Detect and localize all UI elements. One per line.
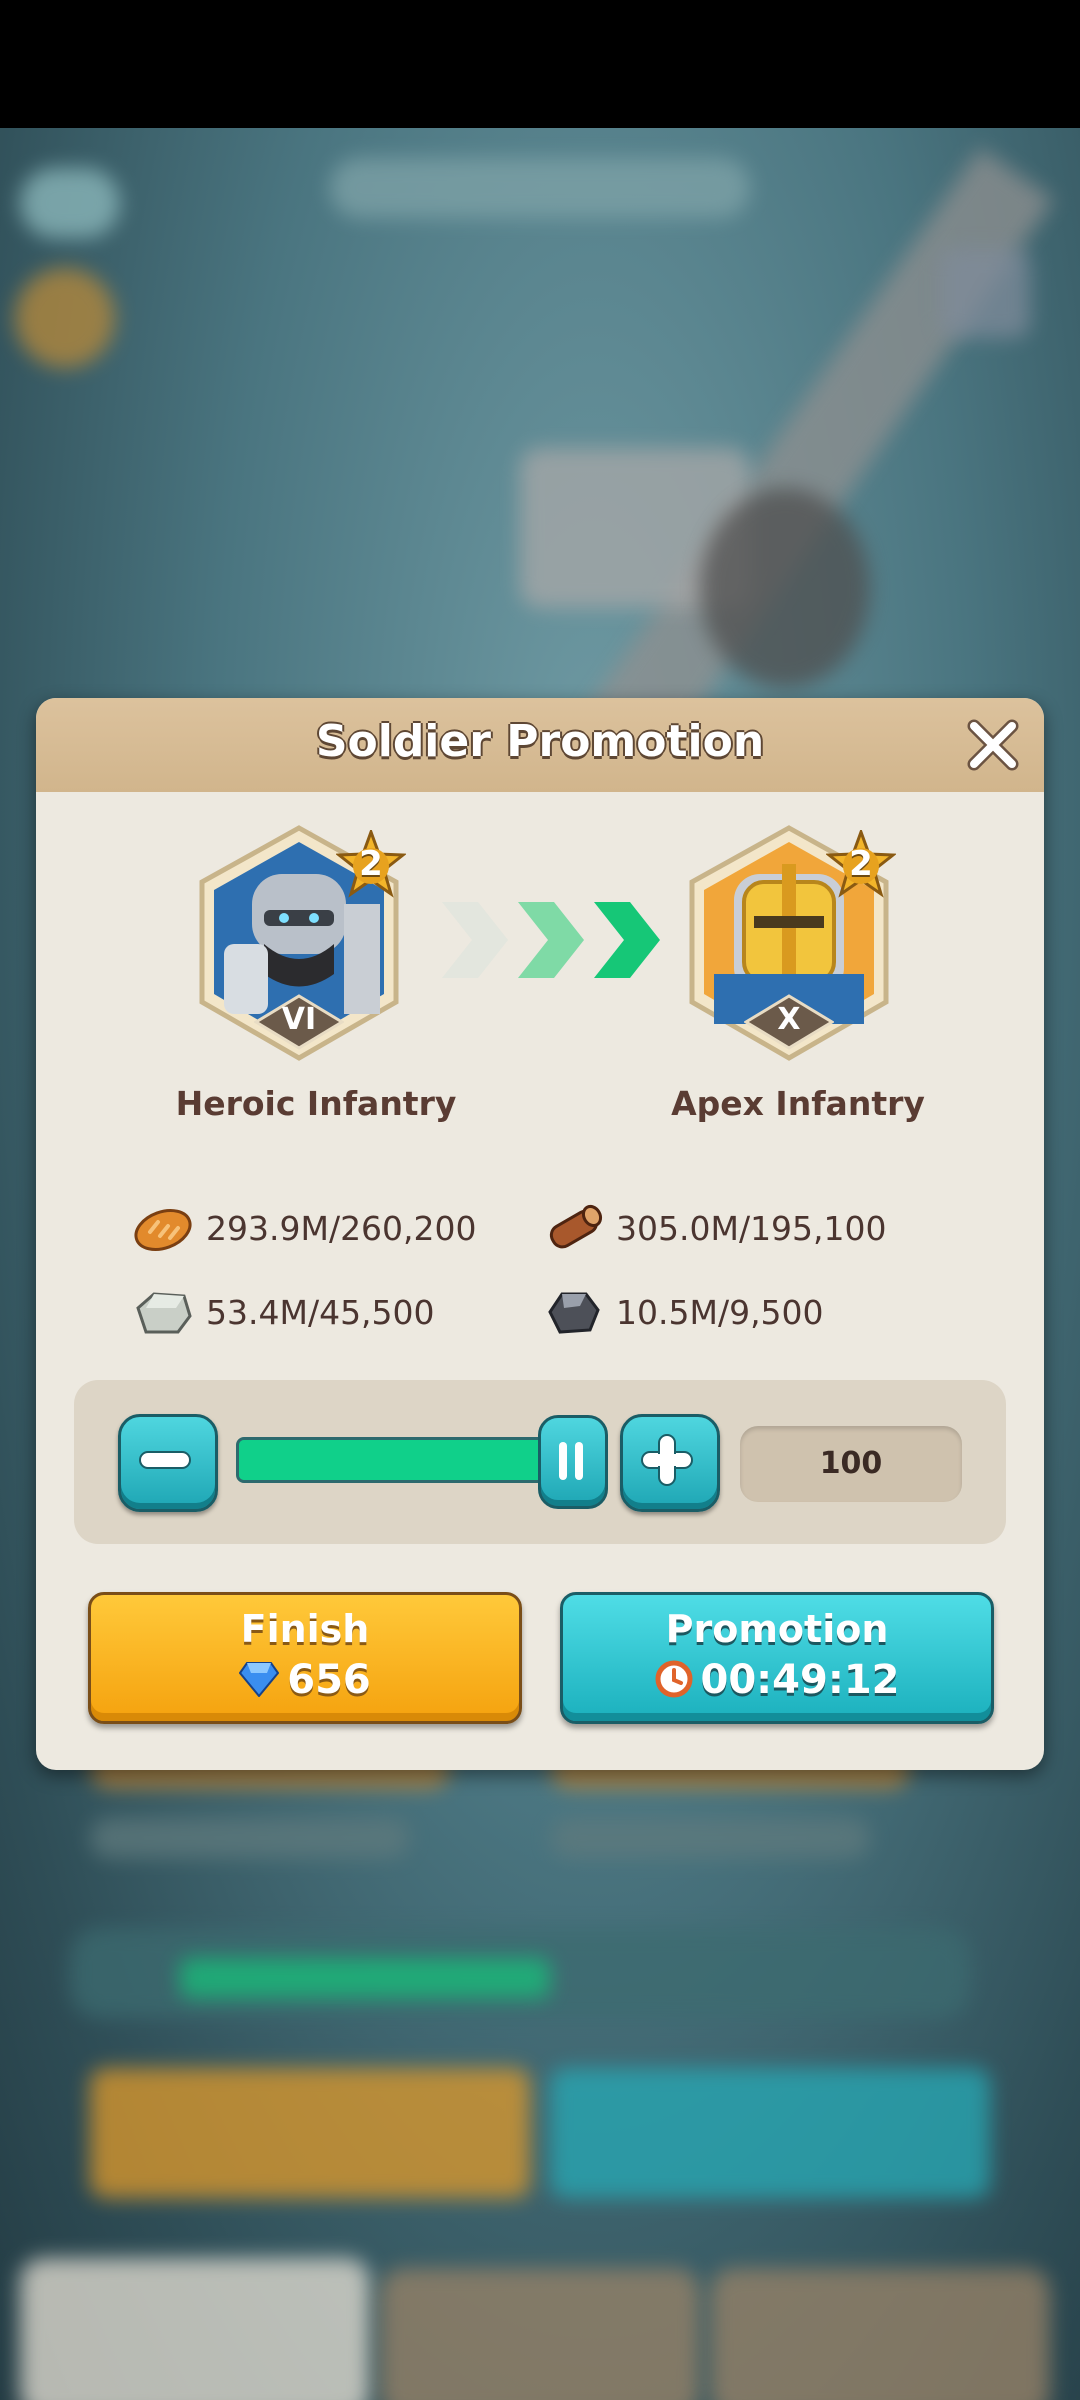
finish-label: Finish bbox=[240, 1607, 370, 1651]
bread-icon bbox=[134, 1209, 192, 1251]
food-amount: 293.9M/260,200 bbox=[206, 1208, 477, 1248]
soldier-promotion-dialog: Soldier Promotion VI 2 Heroic Infantry X… bbox=[36, 698, 1044, 1770]
finish-button[interactable]: Finish 656 bbox=[88, 1592, 522, 1724]
wood-amount: 305.0M/195,100 bbox=[616, 1208, 887, 1248]
resource-wood: 305.0M/195,100 bbox=[542, 1200, 887, 1256]
from-unit-portrait[interactable]: VI 2 bbox=[194, 824, 406, 1064]
promotion-arrows-icon bbox=[442, 902, 660, 978]
to-unit-portrait[interactable]: X 2 bbox=[684, 824, 896, 1064]
finish-cost: 656 bbox=[287, 1657, 371, 1703]
status-bar bbox=[0, 0, 1080, 128]
decrease-button[interactable] bbox=[118, 1414, 218, 1512]
to-rank-label: X bbox=[777, 1002, 801, 1037]
quantity-slider-track[interactable] bbox=[236, 1437, 570, 1483]
from-star-badge: 2 bbox=[336, 830, 406, 900]
quantity-slider-thumb[interactable] bbox=[538, 1415, 608, 1509]
wood-log-icon bbox=[549, 1204, 603, 1249]
close-icon bbox=[967, 719, 1019, 771]
dialog-title: Soldier Promotion bbox=[315, 716, 765, 767]
from-rank-badge: VI bbox=[254, 994, 344, 1050]
minus-icon bbox=[139, 1451, 191, 1469]
to-star-badge: 2 bbox=[826, 830, 896, 900]
to-rank-badge: X bbox=[744, 994, 834, 1050]
stone-icon bbox=[136, 1292, 192, 1334]
promotion-time-row: 00:49:12 bbox=[563, 1657, 991, 1703]
stone-amount: 53.4M/45,500 bbox=[206, 1292, 435, 1332]
clock-icon bbox=[655, 1660, 692, 1698]
plus-icon bbox=[641, 1434, 693, 1486]
promotion-label: Promotion bbox=[665, 1607, 889, 1651]
finish-cost-row: 656 bbox=[91, 1657, 519, 1703]
iron-amount: 10.5M/9,500 bbox=[616, 1292, 824, 1332]
increase-button[interactable] bbox=[620, 1414, 720, 1512]
to-unit-name: Apex Infantry bbox=[671, 1084, 925, 1123]
quantity-input[interactable]: 100 bbox=[740, 1426, 962, 1502]
from-star-count: 2 bbox=[359, 844, 383, 884]
promotion-button[interactable]: Promotion 00:49:12 bbox=[560, 1592, 994, 1724]
resource-stone: 53.4M/45,500 bbox=[132, 1284, 435, 1340]
gem-icon bbox=[238, 1662, 280, 1698]
iron-ore-icon bbox=[548, 1292, 600, 1334]
promotion-time: 00:49:12 bbox=[700, 1657, 900, 1703]
to-star-count: 2 bbox=[849, 844, 873, 884]
close-button[interactable] bbox=[964, 716, 1022, 774]
resource-food: 293.9M/260,200 bbox=[132, 1200, 477, 1256]
from-rank-label: VI bbox=[281, 1002, 317, 1037]
quantity-slider-fill bbox=[239, 1440, 567, 1480]
from-unit-name: Heroic Infantry bbox=[175, 1084, 457, 1123]
resource-iron: 10.5M/9,500 bbox=[542, 1284, 824, 1340]
